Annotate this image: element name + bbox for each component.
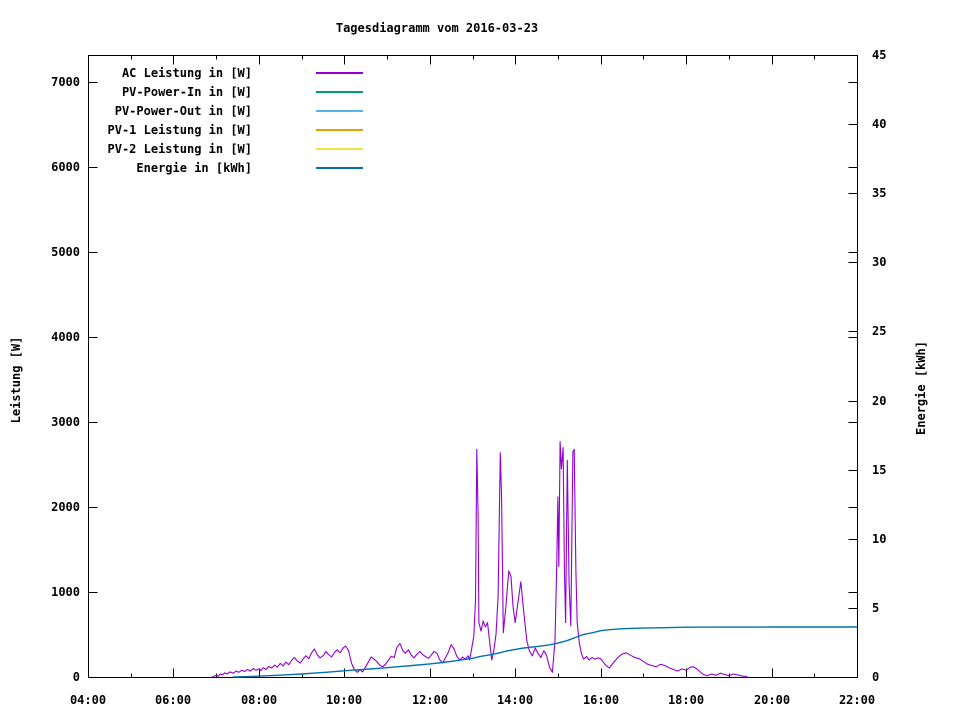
legend-line-sample: [316, 71, 363, 74]
x-tick-label: 14:00: [497, 693, 533, 707]
y2-tick-label: 10: [872, 532, 886, 546]
x-tick-label: 22:00: [839, 693, 875, 707]
y2-tick-label: 20: [872, 394, 886, 408]
legend-line-sample: [316, 166, 363, 169]
x-tick-label: 12:00: [412, 693, 448, 707]
y2-tick-label: 25: [872, 324, 886, 338]
y1-tick-label: 0: [73, 670, 80, 684]
legend-row: PV-2 Leistung in [W]: [92, 139, 363, 158]
y1-tick-label: 4000: [51, 330, 80, 344]
y2-tick-label: 0: [872, 670, 879, 684]
tagesdiagramm-chart: Tagesdiagramm vom 2016-03-23 Leistung [W…: [0, 0, 960, 720]
legend-line-sample: [316, 90, 363, 93]
legend-label: AC Leistung in [W]: [121, 65, 252, 80]
x-tick-label: 10:00: [326, 693, 362, 707]
y2-tick-label: 30: [872, 255, 886, 269]
x-tick-label: 18:00: [668, 693, 704, 707]
legend-label: PV-1 Leistung in [W]: [107, 122, 253, 137]
legend-row: PV-Power-In in [W]: [92, 82, 363, 101]
y2-tick-label: 15: [872, 463, 886, 477]
legend-row: PV-Power-Out in [W]: [92, 101, 363, 120]
legend-row: AC Leistung in [W]: [92, 63, 363, 82]
legend-label: PV-Power-Out in [W]: [114, 103, 252, 118]
legend-line-sample: [316, 147, 363, 150]
x-tick-label: 20:00: [754, 693, 790, 707]
y1-tick-label: 7000: [51, 75, 80, 89]
y1-tick-label: 2000: [51, 500, 80, 514]
legend-label: Energie in [kWh]: [136, 160, 252, 175]
x-tick-label: 04:00: [70, 693, 106, 707]
legend-row: PV-1 Leistung in [W]: [92, 120, 363, 139]
x-tick-label: 08:00: [241, 693, 277, 707]
legend-line-sample: [316, 128, 363, 131]
legend-label: PV-Power-In in [W]: [121, 84, 252, 99]
y1-tick-label: 1000: [51, 585, 80, 599]
legend-line-sample: [316, 109, 363, 112]
y2-tick-label: 35: [872, 186, 886, 200]
series-line-ac-leistung-in-w: [212, 441, 748, 678]
legend: AC Leistung in [W] PV-Power-In in [W] PV…: [92, 63, 363, 177]
y1-tick-label: 3000: [51, 415, 80, 429]
legend-label: PV-2 Leistung in [W]: [107, 141, 253, 156]
y2-tick-label: 45: [872, 48, 886, 62]
y2-tick-label: 40: [872, 117, 886, 131]
y2-tick-label: 5: [872, 601, 879, 615]
x-tick-label: 16:00: [583, 693, 619, 707]
legend-row: Energie in [kWh]: [92, 158, 363, 177]
y1-tick-label: 5000: [51, 245, 80, 259]
y1-tick-label: 6000: [51, 160, 80, 174]
x-tick-label: 06:00: [155, 693, 191, 707]
